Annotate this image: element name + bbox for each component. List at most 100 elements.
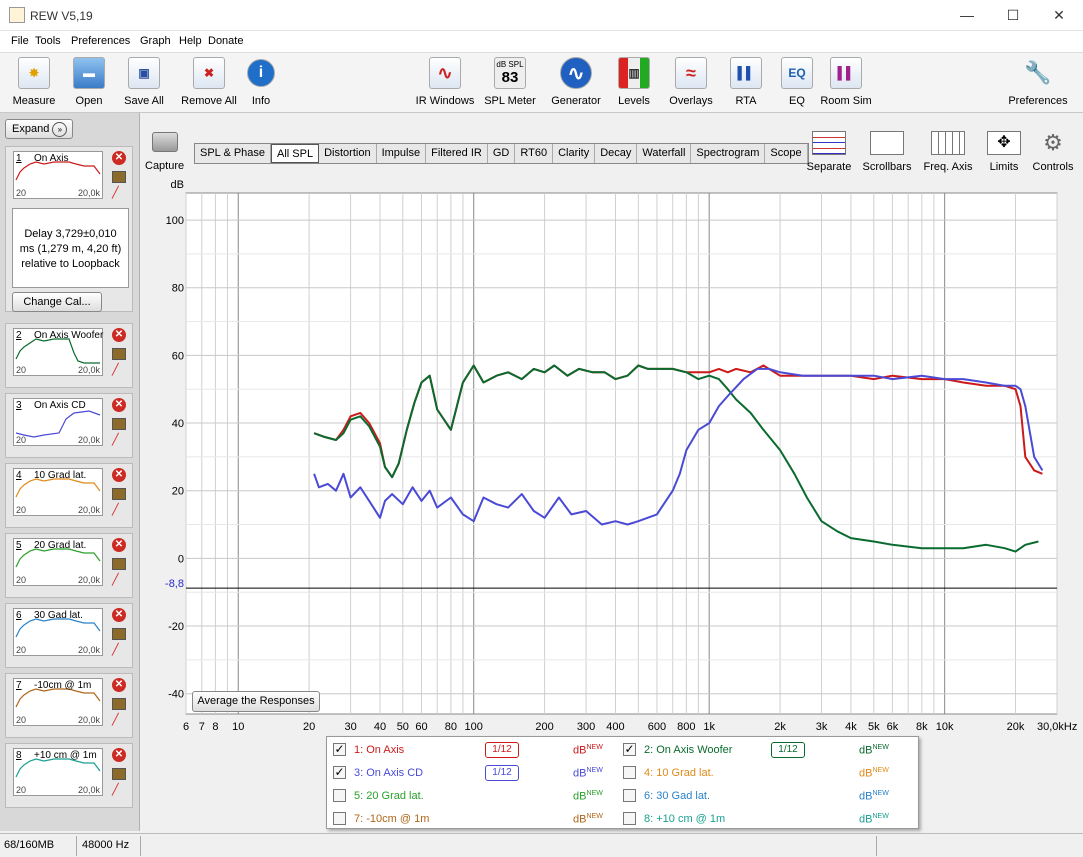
legend-checkbox[interactable] xyxy=(623,766,636,779)
x-tick-label: 400 xyxy=(606,721,624,733)
smoothing-button[interactable]: 1/12 xyxy=(485,742,519,758)
spl-chart[interactable]: -8,8 100 80 60 40 200 -20 -40 dB 6 7 8 10 20 30 40 50 60 8… xyxy=(0,0,1083,740)
status-divider xyxy=(76,836,77,856)
edit-info-icon[interactable] xyxy=(112,768,126,780)
thumbnail-line xyxy=(15,758,101,778)
y-tick-label: 20 xyxy=(172,486,184,498)
trace-color-icon[interactable]: ╱ xyxy=(112,784,126,796)
x-tick-label: 6 xyxy=(183,721,189,733)
legend-label: 4: 10 Grad lat. xyxy=(644,767,714,779)
db-unit: dB xyxy=(859,744,873,757)
x-tick-label: 30,0kHz xyxy=(1037,721,1077,733)
db-unit: dB xyxy=(573,813,587,826)
sample-rate-status: 48000 Hz xyxy=(82,839,130,851)
db-offset-button[interactable]: dBNEW xyxy=(859,813,889,826)
status-divider xyxy=(140,836,141,856)
measurement-thumbnail[interactable]: 8 +10 cm @ 1m 20 20,0k xyxy=(13,748,103,796)
x-tick-label: 10 xyxy=(232,721,244,733)
legend-label: 8: +10 cm @ 1m xyxy=(644,813,726,825)
plot-area xyxy=(185,192,1058,715)
new-badge: NEW xyxy=(586,767,603,774)
x-tick-label: 30 xyxy=(344,721,356,733)
x-tick-label: 600 xyxy=(648,721,666,733)
legend-item: ✓ 3: On Axis CD 1/12 dBNEW xyxy=(333,764,613,784)
legend-item: 8: +10 cm @ 1m dBNEW xyxy=(623,810,903,830)
x-tick-label: 2k xyxy=(774,721,786,733)
new-badge: NEW xyxy=(872,790,889,797)
legend-checkbox[interactable] xyxy=(623,812,636,825)
x-tick-label: 50 xyxy=(397,721,409,733)
db-unit: dB xyxy=(859,790,873,803)
x-tick-label: 10k xyxy=(936,721,954,733)
legend-label: 2: On Axis Woofer xyxy=(644,744,733,756)
x-tick-label: 3k xyxy=(816,721,828,733)
legend-checkbox[interactable] xyxy=(623,789,636,802)
x-tick-label: 8k xyxy=(916,721,928,733)
smoothing-button[interactable]: 1/12 xyxy=(485,765,519,781)
new-badge: NEW xyxy=(586,744,603,751)
db-unit: dB xyxy=(859,767,873,780)
db-offset-button[interactable]: dBNEW xyxy=(573,767,603,780)
y-tick-label: -20 xyxy=(168,621,184,633)
legend-label: 1: On Axis xyxy=(354,744,405,756)
db-unit: dB xyxy=(573,744,587,757)
status-bar: 68/160MB 48000 Hz xyxy=(0,833,1083,857)
x-tick-label: 200 xyxy=(535,721,553,733)
db-offset-button[interactable]: dBNEW xyxy=(859,744,889,757)
x-tick-label: 1k xyxy=(703,721,715,733)
y-tick-label: 60 xyxy=(172,350,184,362)
y-tick-label: 40 xyxy=(172,418,184,430)
legend-label: 3: On Axis CD xyxy=(354,767,424,779)
memory-status: 68/160MB xyxy=(4,839,55,851)
legend-checkbox[interactable] xyxy=(333,789,346,802)
legend-checkbox[interactable]: ✓ xyxy=(333,766,346,779)
new-badge: NEW xyxy=(586,813,603,820)
measurement-number: 8 xyxy=(16,750,22,761)
x-tick-label: 7 xyxy=(199,721,205,733)
smoothing-button[interactable]: 1/12 xyxy=(771,742,805,758)
x-tick-label: 100 xyxy=(465,721,483,733)
thumbnail-low-freq: 20 xyxy=(16,785,27,795)
x-tick-label: 60 xyxy=(415,721,427,733)
measurement-legend: ✓ 1: On Axis 1/12 dBNEW ✓ 2: On Axis Woofer 1/… xyxy=(326,736,919,829)
legend-checkbox[interactable]: ✓ xyxy=(623,743,636,756)
legend-label: 7: -10cm @ 1m xyxy=(354,813,430,825)
db-offset-button[interactable]: dBNEW xyxy=(859,767,889,780)
legend-item: ✓ 1: On Axis 1/12 dBNEW xyxy=(333,741,613,761)
x-tick-label: 40 xyxy=(374,721,386,733)
db-offset-button[interactable]: dBNEW xyxy=(859,790,889,803)
legend-item: ✓ 2: On Axis Woofer 1/12 dBNEW xyxy=(623,741,903,761)
x-tick-label: 5k xyxy=(868,721,880,733)
legend-label: 6: 30 Gad lat. xyxy=(644,790,711,802)
y-tick-label: 80 xyxy=(172,283,184,295)
x-tick-label: 20k xyxy=(1007,721,1025,733)
x-tick-label: 8 xyxy=(212,721,218,733)
db-offset-button[interactable]: dBNEW xyxy=(573,790,603,803)
legend-checkbox[interactable] xyxy=(333,812,346,825)
new-badge: NEW xyxy=(872,813,889,820)
average-responses-button[interactable]: Average the Responses xyxy=(192,691,320,712)
db-unit: dB xyxy=(573,767,587,780)
thumbnail-high-freq: 20,0k xyxy=(77,785,100,795)
new-badge: NEW xyxy=(586,790,603,797)
delete-measurement-icon[interactable]: ✕ xyxy=(112,748,126,762)
new-badge: NEW xyxy=(872,744,889,751)
x-tick-label: 20 xyxy=(303,721,315,733)
legend-item: 5: 20 Grad lat. dBNEW xyxy=(333,787,613,807)
x-tick-label: 800 xyxy=(677,721,695,733)
new-badge: NEW xyxy=(872,767,889,774)
db-unit: dB xyxy=(573,790,587,803)
x-tick-label: 80 xyxy=(445,721,457,733)
db-offset-button[interactable]: dBNEW xyxy=(573,813,603,826)
reference-line-label: -8,8 xyxy=(165,578,184,590)
db-offset-button[interactable]: dBNEW xyxy=(573,744,603,757)
x-tick-label: 4k xyxy=(845,721,857,733)
measurement-card-8[interactable]: 8 +10 cm @ 1m 20 20,0k ✕ ╱ xyxy=(5,743,133,808)
x-tick-label: 6k xyxy=(887,721,899,733)
y-tick-label: -40 xyxy=(168,689,184,701)
legend-checkbox[interactable]: ✓ xyxy=(333,743,346,756)
y-axis-label: dB xyxy=(171,179,184,191)
x-tick-label: 300 xyxy=(577,721,595,733)
legend-item: 6: 30 Gad lat. dBNEW xyxy=(623,787,903,807)
measurement-name: +10 cm @ 1m xyxy=(34,750,97,761)
